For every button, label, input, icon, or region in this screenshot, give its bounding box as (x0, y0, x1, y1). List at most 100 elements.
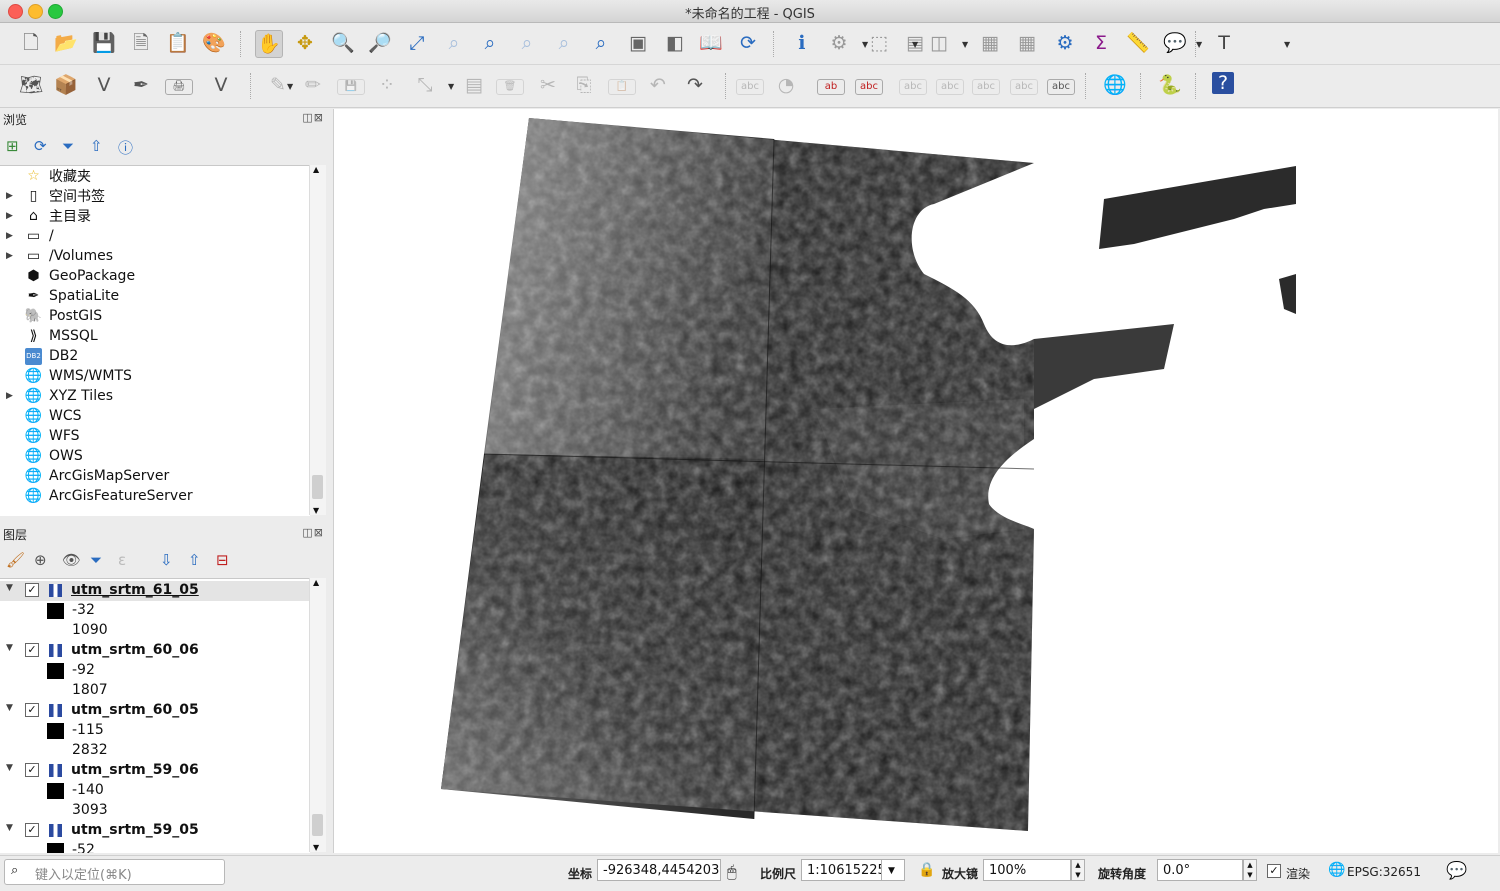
messages-icon[interactable]: 💬 (1446, 861, 1467, 881)
zoom-to-layer-icon[interactable]: ⌕ (477, 30, 503, 56)
cut-features-icon[interactable]: ✂ (535, 72, 561, 98)
new-print-layout-icon[interactable]: 🗎 (128, 30, 154, 56)
collapse-arrow-icon[interactable]: ▼ (6, 763, 13, 773)
expand-all-icon[interactable]: ⇩ (160, 551, 173, 569)
layer-row[interactable]: ▼ ✓ utm_srtm_59_06 (0, 761, 310, 781)
pan-icon[interactable]: ✋ (255, 30, 283, 58)
undo-icon[interactable]: ↶ (645, 72, 671, 98)
identify-icon[interactable]: ℹ (789, 30, 815, 56)
zoom-native-icon[interactable]: ⌕ (514, 30, 540, 56)
georeferencer-icon[interactable]: 🌐 (1102, 72, 1128, 98)
browser-item[interactable]: ✒ SpatiaLite (0, 286, 310, 306)
copy-features-icon[interactable]: ⎘ (571, 72, 597, 98)
browser-item[interactable]: ▶ ▭ /Volumes (0, 246, 310, 266)
browser-item[interactable]: 🌐 ArcGisFeatureServer (0, 486, 310, 506)
expand-arrow-icon[interactable]: ▶ (6, 191, 13, 201)
run-action-icon[interactable]: ⚙ (826, 30, 852, 56)
layer-visibility-checkbox[interactable]: ✓ (25, 763, 39, 777)
digitize-icon[interactable]: ⁘ (374, 72, 400, 98)
measure-icon[interactable]: 📏 (1125, 30, 1151, 56)
collapse-arrow-icon[interactable]: ▼ (6, 583, 13, 593)
collapse-all-icon[interactable]: ⇧ (90, 137, 103, 155)
zoom-last-icon[interactable]: ⌕ (551, 30, 577, 56)
attribute-table-icon[interactable]: ▦ (977, 30, 1003, 56)
browser-panel-float-close-buttons[interactable]: ◫⊠ (302, 111, 324, 124)
dem-raster-map[interactable] (334, 109, 1498, 853)
layer-row[interactable]: ▼ ✓ utm_srtm_60_06 (0, 641, 310, 661)
locator-search-box[interactable]: ⌕ 键入以定位(⌘K) (4, 859, 225, 885)
python-console-icon[interactable]: 🐍 (1157, 72, 1183, 98)
new-3d-view-icon[interactable]: ◧ (662, 30, 688, 56)
pin-labels-icon[interactable]: abc (855, 79, 883, 95)
chevron-down-icon[interactable]: ▼ (862, 40, 868, 49)
toggle-editing-icon[interactable]: ✏ (300, 72, 326, 98)
rotate-label-icon[interactable]: abc (972, 79, 1000, 95)
refresh-icon[interactable]: ⟳ (735, 30, 761, 56)
modify-attributes-icon[interactable]: ▤ (461, 72, 487, 98)
chevron-down-icon[interactable]: ▼ (1284, 40, 1290, 49)
browser-item[interactable]: ☆ 收藏夹 (0, 166, 310, 186)
collapse-arrow-icon[interactable]: ▼ (6, 823, 13, 833)
chevron-down-icon[interactable]: ▼ (287, 82, 293, 91)
browser-item[interactable]: ▶ ⌂ 主目录 (0, 206, 310, 226)
new-geopackage-layer-icon[interactable]: 📦 (53, 72, 79, 98)
add-selected-layers-icon[interactable]: ⊞ (6, 137, 19, 155)
manage-visibility-icon[interactable]: 👁 (62, 551, 81, 569)
save-edits-icon[interactable]: 💾 (337, 79, 365, 95)
toggle-extents-mouse-icon[interactable]: 🖱 (727, 862, 737, 882)
layer-visibility-checkbox[interactable]: ✓ (25, 583, 39, 597)
crs-globe-icon[interactable]: 🌐 (1328, 862, 1345, 878)
browser-scrollbar[interactable]: ▲ ▼ (309, 165, 326, 515)
new-shapefile-layer-icon[interactable]: V (91, 72, 117, 98)
map-canvas[interactable] (333, 109, 1498, 853)
save-project-icon[interactable]: 💾 (91, 30, 117, 56)
add-group-icon[interactable]: ⊕ (34, 551, 47, 569)
chevron-down-icon[interactable]: ▼ (1196, 40, 1202, 49)
layer-row[interactable]: ▼ ✓ utm_srtm_61_05 (0, 581, 310, 601)
magnifier-field[interactable]: 100% (983, 859, 1071, 881)
chevron-down-icon[interactable]: ▼ (962, 40, 968, 49)
browser-item[interactable]: ▶ ▯ 空间书签 (0, 186, 310, 206)
filter-browser-icon[interactable]: ⏷ (62, 137, 74, 155)
chevron-down-icon[interactable]: ▼ (912, 40, 918, 49)
crs-label[interactable]: EPSG:32651 (1347, 865, 1421, 879)
paste-features-icon[interactable]: 📋 (608, 79, 636, 95)
browser-scroll-thumb[interactable] (312, 475, 323, 499)
layer-row[interactable]: ▼ ✓ utm_srtm_60_05 (0, 701, 310, 721)
zoom-in-icon[interactable]: 🔍 (330, 30, 356, 56)
statistics-icon[interactable]: Σ (1088, 30, 1114, 56)
browser-item[interactable]: ▶ ▭ / (0, 226, 310, 246)
style-manager-icon[interactable]: 🎨 (201, 30, 227, 56)
map-tips-icon[interactable]: 💬 (1162, 30, 1188, 56)
browser-item[interactable]: ⬢ GeoPackage (0, 266, 310, 286)
render-checkbox[interactable]: ✓ (1267, 864, 1281, 878)
zoom-to-selection-icon[interactable]: ⌕ (441, 30, 467, 56)
browser-item[interactable]: ⟫ MSSQL (0, 326, 310, 346)
expand-arrow-icon[interactable]: ▶ (6, 211, 13, 221)
browser-item[interactable]: 🐘 PostGIS (0, 306, 310, 326)
change-label-icon[interactable]: abc (1010, 79, 1038, 95)
new-virtual-layer-icon[interactable]: 🖨 (165, 79, 193, 95)
filter-by-expression-icon[interactable]: ε (118, 551, 126, 569)
new-project-icon[interactable]: 🗋 (18, 30, 44, 56)
field-calculator-icon[interactable]: ▦ (1014, 30, 1040, 56)
spatial-bookmark-icon[interactable]: 📖 (698, 30, 724, 56)
layer-visibility-checkbox[interactable]: ✓ (25, 643, 39, 657)
rotation-field[interactable]: 0.0° (1157, 859, 1243, 881)
zoom-out-icon[interactable]: 🔎 (367, 30, 393, 56)
scale-field[interactable]: 1:10615225 (801, 859, 886, 881)
pan-to-selection-icon[interactable]: ✥ (292, 30, 318, 56)
select-features-icon[interactable]: ⬚ (866, 30, 892, 56)
rotation-spinner[interactable]: ▲ ▼ (1243, 859, 1257, 881)
coordinate-field[interactable]: -926348,4454203 (597, 859, 721, 881)
layer-visibility-checkbox[interactable]: ✓ (25, 823, 39, 837)
add-vector-layer-icon[interactable]: V (208, 72, 234, 98)
layer-tree[interactable]: ▼ ✓ utm_srtm_61_05 -32 1090 ▼ ✓ utm_srtm_60_06 -… (0, 578, 310, 853)
layer-visibility-checkbox[interactable]: ✓ (25, 703, 39, 717)
label-toolbar-icon[interactable]: abc (736, 79, 764, 95)
scroll-up-arrow-icon[interactable]: ▲ (313, 578, 319, 587)
info-icon[interactable]: ⓘ (118, 137, 133, 158)
highlight-pinned-labels-icon[interactable]: ab (817, 79, 845, 95)
layers-scrollbar[interactable]: ▲ ▼ (309, 578, 326, 852)
browser-item[interactable]: 🌐 WFS (0, 426, 310, 446)
